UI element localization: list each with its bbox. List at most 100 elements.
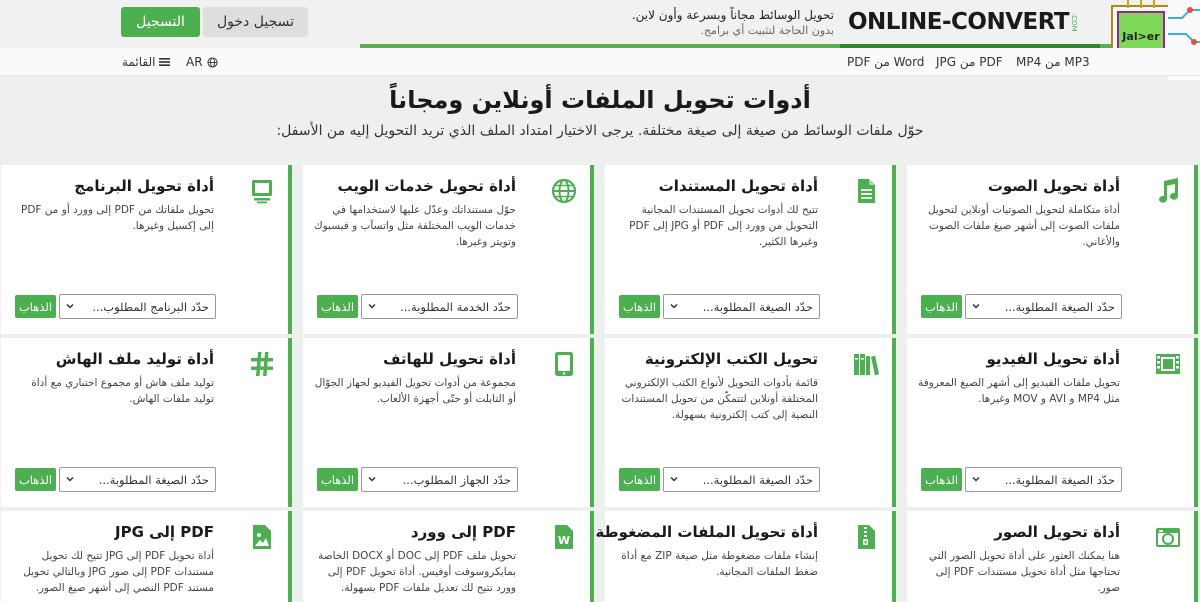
card-description: حوّل مستنداتك وعدّل عليها لاستخدامها في …: [313, 204, 516, 248]
card-title[interactable]: أداة تحويل الصوت: [988, 177, 1120, 195]
badge-text: Jal>er: [1121, 30, 1160, 43]
go-button[interactable]: الذهاب: [921, 295, 962, 318]
card-title[interactable]: أداة تحويل المستندات: [659, 177, 818, 195]
monitor-icon: [248, 177, 276, 205]
login-button[interactable]: تسجيل دخول: [203, 7, 308, 37]
menu-label: القائمة: [122, 55, 156, 69]
converter-card-audio: أداة تحويل الصوت أداة متكاملة لتحويل الصو…: [907, 165, 1198, 334]
format-select[interactable]: حدّد الصيغة المطلوبة...: [965, 467, 1122, 492]
format-select[interactable]: حدّد الصيغة المطلوبة...: [965, 294, 1122, 319]
word-file-icon: W: [550, 523, 578, 551]
site-logo[interactable]: ONLINE-CONVERT .COM: [848, 4, 1080, 40]
chevron-down-icon: [972, 476, 980, 482]
format-select[interactable]: حدّد الصيغة المطلوبة...: [663, 467, 820, 492]
zip-file-icon: [852, 523, 880, 551]
hash-icon: [248, 350, 276, 378]
format-select-value: حدّد الصيغة المطلوبة...: [702, 299, 813, 314]
document-icon: [852, 177, 880, 205]
globe-icon: [550, 177, 578, 205]
format-select-value: حدّد الجهاز المطلوب...: [402, 472, 511, 487]
go-button[interactable]: الذهاب: [317, 295, 358, 318]
language-switch[interactable]: AR: [186, 55, 218, 69]
converter-card-image: أداة تحويل الصور هنا يمكنك العثور على أدا…: [907, 511, 1198, 602]
language-label: AR: [186, 55, 203, 69]
go-button[interactable]: الذهاب: [15, 295, 56, 318]
format-select-value: حدّد الصيغة المطلوبة...: [1004, 472, 1115, 487]
register-button[interactable]: التسجيل: [121, 7, 200, 37]
chevron-down-icon: [670, 303, 678, 309]
format-select-value: حدّد الصيغة المطلوبة...: [98, 472, 209, 487]
go-button[interactable]: الذهاب: [317, 468, 358, 491]
card-title[interactable]: أداة تحويل البرنامج: [74, 177, 214, 195]
page-subtitle: حوّل ملفات الوسائط من صيغة إلى صيغة مختل…: [276, 123, 924, 139]
converter-card-software: أداة تحويل البرنامج تحويل ملفاتك من PDF إ…: [1, 165, 292, 334]
camera-icon: [1154, 523, 1182, 551]
nav-link-mp3-to-mp4[interactable]: MP4 من MP3: [1016, 55, 1090, 69]
converter-card-archive: أداة تحويل الملفات المضغوطة إنشاء ملفات م…: [595, 511, 896, 602]
format-select[interactable]: حدّد الصيغة المطلوبة...: [663, 294, 820, 319]
image-file-icon: [248, 523, 276, 551]
format-select[interactable]: حدّد الخدمة المطلوبة...: [361, 294, 518, 319]
converter-card-ebook: تحويل الكتب الإلكترونية قائمة بأدوات التح…: [605, 338, 896, 507]
card-description: أداة تحويل PDF إلى JPG تتيح لك تحويل مست…: [23, 550, 214, 594]
hamburger-icon: [159, 58, 171, 66]
chevron-down-icon: [66, 303, 74, 309]
converter-card-pdf-to-word: W PDF إلى وورد تحويل ملف PDF إلى DOC أو DO…: [303, 511, 594, 602]
converter-card-pdf-to-jpg: PDF إلى JPG أداة تحويل PDF إلى JPG تتيح ل…: [1, 511, 292, 602]
go-button[interactable]: الذهاب: [619, 468, 660, 491]
chevron-down-icon: [368, 476, 376, 482]
converter-card-video: أداة تحويل الفيديو تحويل ملفات الفيديو إل…: [907, 338, 1198, 507]
card-description: قائمة بأدوات التحويل لأنواع الكتب الإلكت…: [621, 377, 818, 421]
go-button[interactable]: الذهاب: [619, 295, 660, 318]
format-select-value: حدّد الصيغة المطلوبة...: [1004, 299, 1115, 314]
card-title[interactable]: PDF إلى JPG: [115, 523, 214, 541]
card-title[interactable]: أداة توليد ملف الهاش: [56, 350, 214, 368]
nav-link-pdf-to-jpg[interactable]: JPG من PDF: [936, 55, 1003, 69]
chevron-down-icon: [972, 303, 980, 309]
format-select-value: حدّد الصيغة المطلوبة...: [702, 472, 813, 487]
menu-button[interactable]: القائمة: [122, 55, 171, 69]
tagline-line-1: تحويل الوسائط مجاناً وبسرعة وأون لاين.: [631, 8, 834, 22]
globe-small-icon: [207, 56, 218, 68]
music-note-icon: [1154, 177, 1182, 205]
card-description: هنا يمكنك العثور على أداة تحويل الصور ال…: [928, 550, 1120, 594]
film-strip-icon: [1154, 350, 1182, 378]
card-title[interactable]: أداة تحويل خدمات الويب: [337, 177, 516, 195]
card-title[interactable]: أداة تحويل للهاتف: [383, 350, 516, 368]
nav-link-word-to-pdf[interactable]: PDF من Word: [847, 55, 924, 69]
card-title[interactable]: PDF إلى وورد: [411, 523, 516, 541]
card-description: توليد ملف هاش أو مجموع اختباري مع أداة ت…: [31, 377, 214, 405]
card-description: مجموعة من أدوات تحويل الفيديو لجهاز الجو…: [314, 377, 516, 405]
tablet-icon: [550, 350, 578, 378]
card-title[interactable]: أداة تحويل الفيديو: [986, 350, 1120, 368]
card-description: تحويل ملفاتك من PDF إلى وورد أو من PDF إ…: [20, 204, 214, 232]
card-title[interactable]: تحويل الكتب الإلكترونية: [645, 350, 818, 368]
nav-bar: MP4 من MP3 JPG من PDF PDF من Word AR الق…: [0, 48, 1200, 76]
format-select[interactable]: حدّد البرنامج المطلوب...: [59, 294, 216, 319]
tagline-line-2: بدون الحاجة لتثبيت أي برامج.: [700, 24, 834, 37]
card-description: تتيح لك أدوات تحويل المستندات المجانية ا…: [629, 204, 818, 248]
go-button[interactable]: الذهاب: [921, 468, 962, 491]
format-select[interactable]: حدّد الجهاز المطلوب...: [361, 467, 518, 492]
format-select[interactable]: حدّد الصيغة المطلوبة...: [59, 467, 216, 492]
logo-text: ONLINE-CONVERT: [848, 9, 1070, 35]
card-title[interactable]: أداة تحويل الصور: [994, 523, 1120, 541]
books-icon: [852, 350, 880, 378]
go-button[interactable]: الذهاب: [15, 468, 56, 491]
logo-suffix: .COM: [1070, 12, 1079, 32]
tagline: تحويل الوسائط مجاناً وبسرعة وأون لاين. ب…: [574, 8, 834, 38]
card-description: أداة متكاملة لتحويل الصوتيات أونلاين لتح…: [927, 204, 1120, 248]
card-title[interactable]: أداة تحويل الملفات المضغوطة: [595, 523, 818, 541]
chevron-down-icon: [670, 476, 678, 482]
card-description: إنشاء ملفات مضغوطة مثل صيغة ZIP مع أداة …: [621, 550, 818, 578]
card-description: تحويل ملف PDF إلى DOC أو DOCX الخاصة بما…: [318, 550, 516, 594]
converter-card-mobile: أداة تحويل للهاتف مجموعة من أدوات تحويل ا…: [303, 338, 594, 507]
converter-card-hash: أداة توليد ملف الهاش توليد ملف هاش أو مجم…: [1, 338, 292, 507]
chevron-down-icon: [368, 303, 376, 309]
chevron-down-icon: [66, 476, 74, 482]
format-select-value: حدّد الخدمة المطلوبة...: [400, 299, 511, 314]
card-description: تحويل ملفات الفيديو إلى أشهر الصيغ المعر…: [918, 377, 1120, 405]
svg-text:W: W: [558, 534, 570, 547]
converter-card-web-service: أداة تحويل خدمات الويب حوّل مستنداتك وعدّ…: [303, 165, 594, 334]
format-select-value: حدّد البرنامج المطلوب...: [92, 299, 209, 314]
